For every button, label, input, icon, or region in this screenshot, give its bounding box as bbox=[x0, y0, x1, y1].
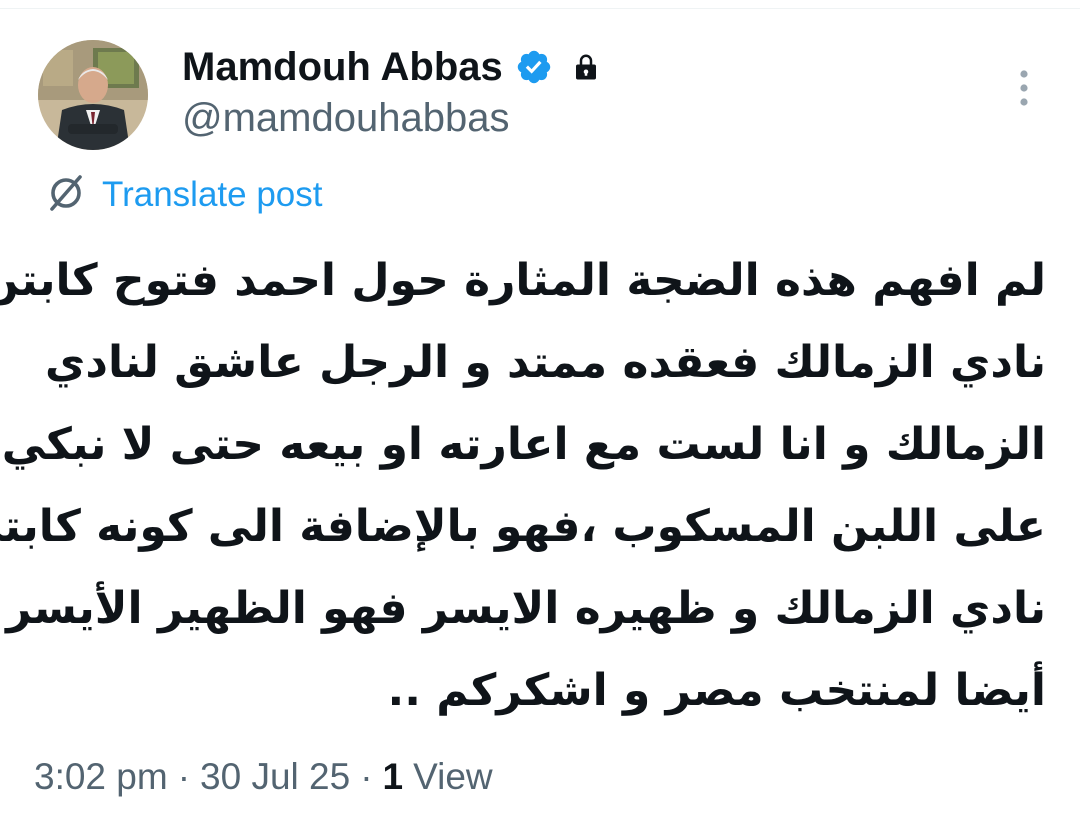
top-divider bbox=[0, 0, 1080, 9]
verified-badge-icon[interactable] bbox=[515, 47, 555, 87]
post-line: نادي الزمالك فعقده ممتد و الرجل عاشق لنا… bbox=[45, 337, 1046, 388]
post-line: الزمالك و انا لست مع اعارته او بيعه حتى … bbox=[1, 419, 1046, 470]
lock-icon bbox=[571, 51, 603, 83]
views-count[interactable]: 1 bbox=[383, 756, 404, 798]
post-meta: 3:02 pm · 30 Jul 25 · 1 View bbox=[34, 750, 493, 804]
views-label[interactable]: View bbox=[413, 756, 493, 798]
translate-label: Translate post bbox=[102, 175, 323, 214]
post-line: على اللبن المسكوب ،فهو بالإضافة الى كونه… bbox=[0, 501, 1046, 552]
post-line: أيضا لمنتخب مصر و اشكركم .. bbox=[387, 665, 1046, 716]
more-vertical-icon[interactable] bbox=[1002, 66, 1046, 110]
translate-globe-icon bbox=[44, 171, 88, 219]
translate-post-button[interactable]: Translate post bbox=[44, 170, 322, 220]
post-line: نادي الزمالك و ظهيره الايسر فهو الظهير ا… bbox=[6, 583, 1046, 634]
avatar[interactable] bbox=[38, 40, 148, 150]
author-handle[interactable]: @mamdouhabbas bbox=[182, 96, 509, 141]
post-time[interactable]: 3:02 pm bbox=[34, 756, 168, 798]
post-date[interactable]: 30 Jul 25 bbox=[200, 756, 350, 798]
meta-separator: · bbox=[177, 756, 191, 797]
post-text: لم افهم هذه الضجة المثارة حول احمد فتوح … bbox=[0, 240, 1046, 732]
author-name-row: Mamdouh Abbas bbox=[182, 42, 603, 92]
post-line: لم افهم هذه الضجة المثارة حول احمد فتوح … bbox=[0, 255, 1046, 306]
meta-separator: · bbox=[360, 756, 373, 797]
author-display-name[interactable]: Mamdouh Abbas bbox=[182, 45, 503, 90]
